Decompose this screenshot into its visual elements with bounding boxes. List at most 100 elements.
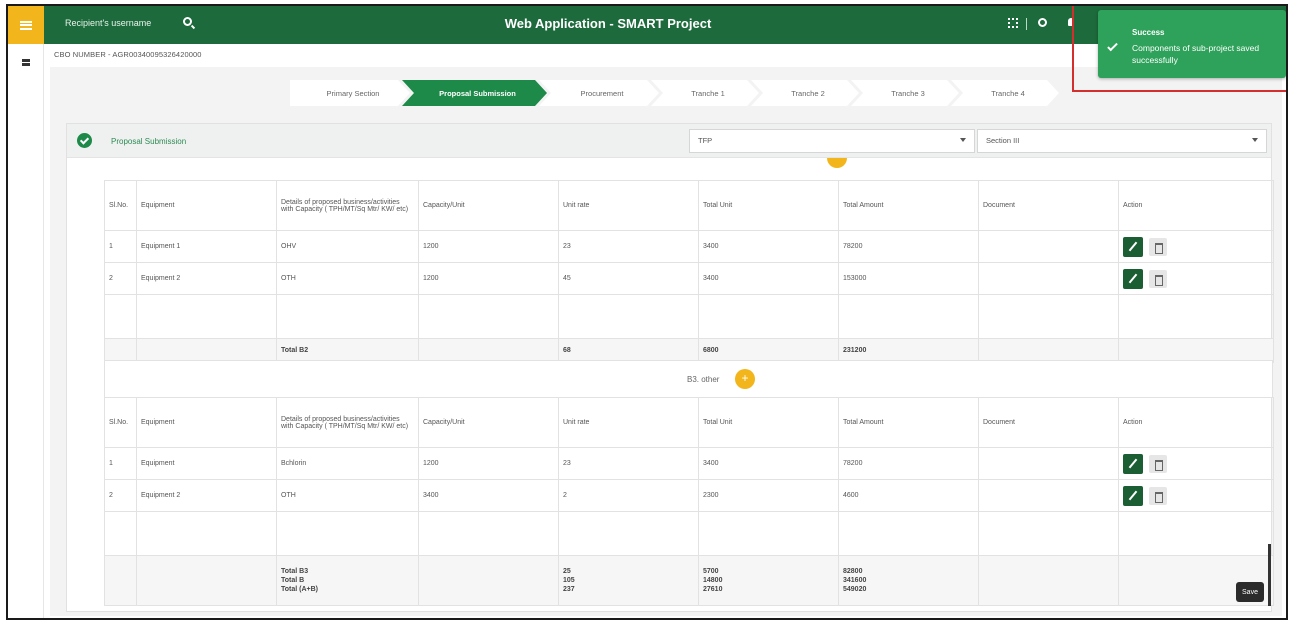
proposal-panel: Proposal Submission TFP Section III Sl.N…: [66, 123, 1274, 612]
cell-slno: 2: [104, 262, 137, 295]
col-header-action: Action: [1118, 397, 1274, 448]
total-value: 237: [563, 586, 575, 593]
section-select[interactable]: Section III: [977, 129, 1267, 153]
section-b3-header: B3. other +: [104, 360, 1273, 397]
table-header-row: Sl.No. Equipment Details of proposed bus…: [104, 397, 1274, 448]
total-label: Total B2: [276, 338, 419, 363]
delete-button[interactable]: [1149, 237, 1167, 256]
scrollbar[interactable]: [1268, 544, 1271, 606]
edit-button[interactable]: [1123, 268, 1143, 289]
cell-document: [978, 262, 1119, 295]
cell-unit-rate: 23: [558, 230, 699, 263]
cell-total-unit: 3400: [698, 447, 839, 480]
success-toast[interactable]: Success Components of sub-project saved …: [1098, 10, 1286, 78]
cell-details: Bchlorin: [276, 447, 419, 480]
col-header-unit-rate: Unit rate: [558, 180, 699, 231]
step-primary-section[interactable]: Primary Section: [290, 80, 410, 106]
table-header-row: Sl.No. Equipment Details of proposed bus…: [104, 180, 1274, 231]
cell-total-amount: 78200: [838, 447, 979, 480]
step-tranche-4[interactable]: Tranche 4: [951, 80, 1059, 106]
total-value: 27610: [703, 586, 723, 593]
edit-button[interactable]: [1123, 453, 1143, 474]
col-header-total-amount: Total Amount: [838, 180, 979, 231]
total-b3-label: Total B3: [281, 568, 309, 575]
delete-button[interactable]: [1149, 269, 1167, 288]
step-tranche-2[interactable]: Tranche 2: [751, 80, 859, 106]
add-row-button[interactable]: +: [735, 369, 755, 389]
step-proposal-submission[interactable]: Proposal Submission: [402, 80, 547, 106]
col-header-total-unit: Total Unit: [698, 180, 839, 231]
totals-total-amount: 82800 341600 549020: [838, 555, 979, 606]
col-header-slno: Sl.No.: [104, 397, 137, 448]
cell-capacity: 1200: [418, 447, 559, 480]
cell-equipment: Equipment 2: [136, 262, 277, 295]
step-tranche-3[interactable]: Tranche 3: [851, 80, 959, 106]
sidebar: [8, 44, 44, 618]
total-b-label: Total B: [281, 577, 305, 584]
cell-slno: 2: [104, 479, 137, 512]
cell-total-unit: 3400: [698, 230, 839, 263]
edit-button[interactable]: [1123, 485, 1143, 506]
total-value: 25: [563, 568, 571, 575]
cell-capacity: 1200: [418, 230, 559, 263]
cell-total-amount: 4600: [838, 479, 979, 512]
cell-unit-rate: 23: [558, 447, 699, 480]
col-header-details: Details of proposed business/activities …: [276, 180, 419, 231]
table-spacer: [104, 294, 1274, 339]
chevron-down-icon: [1252, 138, 1258, 142]
col-header-action: Action: [1118, 180, 1274, 231]
col-header-capacity: Capacity/Unit: [418, 397, 559, 448]
cell-capacity: 3400: [418, 479, 559, 512]
table-row: 1 Equipment 1 OHV 1200 23 3400 78200: [104, 230, 1274, 263]
col-header-total-amount: Total Amount: [838, 397, 979, 448]
edit-button[interactable]: [1123, 236, 1143, 257]
cell-details: OTH: [276, 262, 419, 295]
cell-total-amount: 153000: [838, 262, 979, 295]
total-value: 105: [563, 577, 575, 584]
cell-action: [1118, 230, 1274, 263]
add-section-button-partial[interactable]: [827, 158, 847, 168]
tfp-select[interactable]: TFP: [689, 129, 975, 153]
toast-title: Success: [1132, 28, 1165, 37]
col-header-capacity: Capacity/Unit: [418, 180, 559, 231]
delete-button[interactable]: [1149, 486, 1167, 505]
total-row: Total B2 68 6800 231200: [104, 338, 1274, 363]
total-value: 82800: [843, 568, 863, 575]
equipment-table-b3: Sl.No. Equipment Details of proposed bus…: [104, 397, 1274, 606]
totals-total-unit: 5700 14800 27610: [698, 555, 839, 606]
total-value: 341600: [843, 577, 867, 584]
app-title: Web Application - SMART Project: [504, 16, 712, 31]
checkmark-icon: [1107, 40, 1118, 52]
cell-document: [978, 230, 1119, 263]
cbo-number: CBO NUMBER - AGR00340095326420000: [54, 50, 202, 59]
cell-slno: 1: [104, 230, 137, 263]
delete-button[interactable]: [1149, 454, 1167, 473]
step-tranche-1[interactable]: Tranche 1: [651, 80, 759, 106]
grid-icon[interactable]: [22, 59, 30, 66]
cell-action: [1118, 447, 1274, 480]
cell-unit-rate: 45: [558, 262, 699, 295]
app-frame: Recipient's username Web Application - S…: [6, 4, 1288, 620]
total-total-amount: 231200: [838, 338, 979, 363]
col-header-details: Details of proposed business/activities …: [276, 397, 419, 448]
fullscreen-icon[interactable]: [1008, 18, 1018, 28]
cell-equipment: Equipment 2: [136, 479, 277, 512]
save-button[interactable]: Save: [1236, 582, 1264, 602]
section-b3-title: B3. other: [687, 375, 720, 384]
cell-equipment: Equipment 1: [136, 230, 277, 263]
total-total-unit: 6800: [698, 338, 839, 363]
tfp-select-value: TFP: [698, 136, 713, 145]
section-select-value: Section III: [986, 136, 1020, 145]
totals-row: Total B3 Total B Total (A+B) 25 105 237 5700…: [104, 555, 1274, 606]
step-procurement[interactable]: Procurement: [539, 80, 659, 106]
stepper: Primary Section Proposal Submission Proc…: [290, 80, 1051, 106]
total-value: 14800: [703, 577, 723, 584]
cell-action: [1118, 479, 1274, 512]
settings-icon[interactable]: [1038, 18, 1047, 27]
cell-details: OHV: [276, 230, 419, 263]
col-header-equipment: Equipment: [136, 180, 277, 231]
check-circle-icon: [77, 133, 92, 148]
table-row: 1 Equipment Bchlorin 1200 23 3400 78200: [104, 447, 1274, 480]
toast-message: Components of sub-project saved successf…: [1132, 43, 1260, 65]
cell-action: [1118, 262, 1274, 295]
